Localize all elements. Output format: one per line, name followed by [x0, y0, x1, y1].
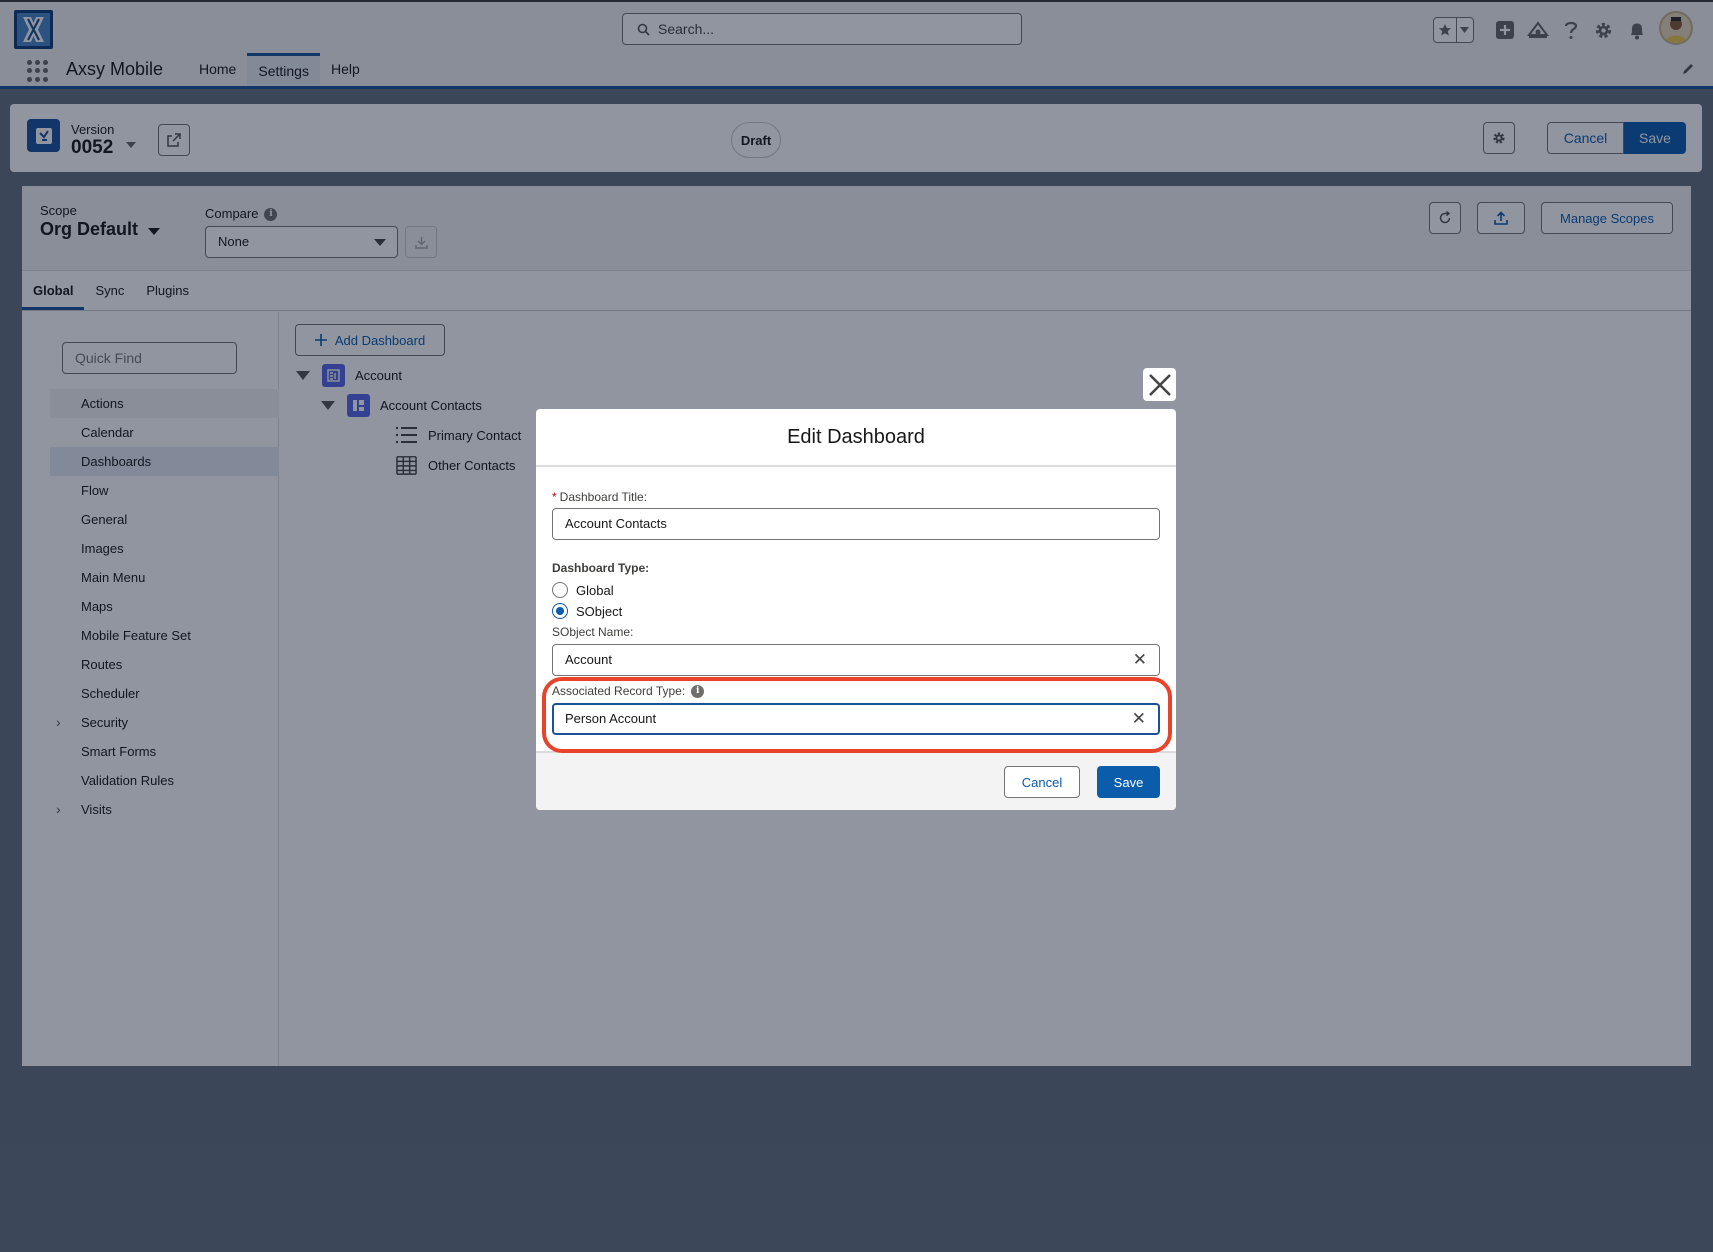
modal-close-button[interactable]	[1143, 368, 1176, 401]
close-icon	[1148, 373, 1171, 396]
radio-button[interactable]	[552, 582, 568, 598]
dashboard-title-input[interactable]: Account Contacts	[552, 508, 1160, 540]
required-marker: *	[552, 490, 557, 504]
modal-save-button[interactable]: Save	[1097, 766, 1160, 798]
radio-button-checked[interactable]	[552, 603, 568, 619]
highlight-annotation	[542, 677, 1172, 753]
modal-footer: Cancel Save	[536, 751, 1176, 810]
dashboard-title-label: * Dashboard Title:	[552, 490, 648, 504]
sobject-name-input[interactable]: Account ✕	[552, 644, 1160, 676]
modal-cancel-button[interactable]: Cancel	[1004, 766, 1080, 798]
modal-title: Edit Dashboard	[536, 409, 1176, 467]
dashboard-type-label: Dashboard Type:	[552, 561, 650, 575]
radio-option-sobject[interactable]: SObject	[552, 603, 622, 619]
clear-icon[interactable]: ✕	[1133, 645, 1147, 675]
radio-option-global[interactable]: Global	[552, 582, 614, 598]
sobject-name-label: SObject Name:	[552, 625, 634, 639]
